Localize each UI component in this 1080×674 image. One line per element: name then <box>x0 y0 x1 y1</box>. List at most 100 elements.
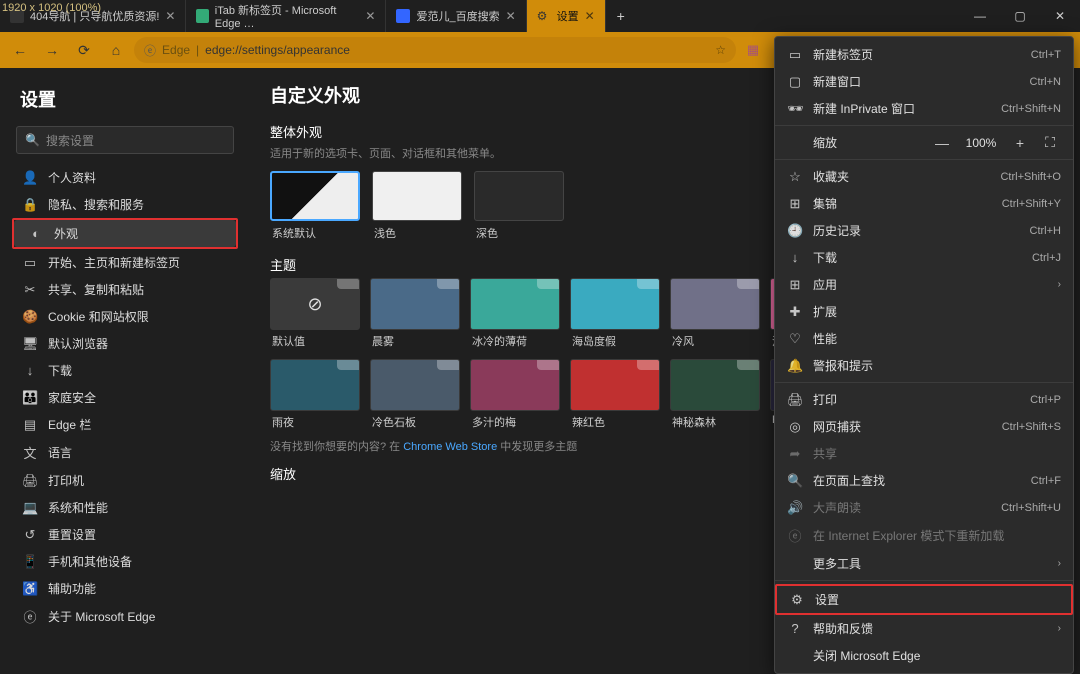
sidebar-item-7[interactable]: ↓下载 <box>8 357 242 384</box>
menu-item[interactable]: 关闭 Microsoft Edge <box>775 642 1073 669</box>
sidebar-item-label: Cookie 和网站权限 <box>48 308 149 325</box>
separator: | <box>196 43 199 57</box>
menu-item-label: 新建标签页 <box>813 46 1021 63</box>
menu-item[interactable]: ↓下载Ctrl+J <box>775 244 1073 271</box>
appearance-mode-card[interactable]: 深色 <box>474 171 564 241</box>
theme-label: 默认值 <box>270 333 360 349</box>
theme-card[interactable]: 冷风 <box>670 278 760 349</box>
menu-item[interactable]: ◎网页捕获Ctrl+Shift+S <box>775 413 1073 440</box>
theme-card[interactable]: 冷色石板 <box>370 359 460 430</box>
sidebar-icon: 💻 <box>22 500 38 516</box>
theme-card[interactable]: 辣红色 <box>570 359 660 430</box>
sidebar-item-9[interactable]: ▤Edge 栏 <box>8 411 242 438</box>
appearance-mode-card[interactable]: 系统默认 <box>270 171 360 241</box>
sidebar-item-16[interactable]: ⓔ关于 Microsoft Edge <box>8 602 242 631</box>
ext-icon[interactable]: ▦ <box>740 37 766 63</box>
menu-item[interactable]: 🕶新建 InPrivate 窗口Ctrl+Shift+N <box>775 95 1073 122</box>
menu-item[interactable]: 更多工具› <box>775 550 1073 577</box>
new-tab-button[interactable]: + <box>606 0 636 32</box>
menu-item[interactable]: 🔔警报和提示 <box>775 352 1073 379</box>
menu-item[interactable]: ♡性能 <box>775 325 1073 352</box>
gear-icon: ⚙ <box>537 9 551 23</box>
theme-swatch <box>670 359 760 411</box>
sidebar-item-label: Edge 栏 <box>48 416 91 433</box>
sidebar-item-6[interactable]: 🖥默认浏览器 <box>8 330 242 357</box>
sidebar-item-13[interactable]: ↺重置设置 <box>8 521 242 548</box>
url-input[interactable]: ⓔ Edge | edge://settings/appearance ☆ <box>134 37 736 63</box>
zoom-out-button[interactable]: — <box>931 135 953 151</box>
appearance-swatch <box>474 171 564 221</box>
theme-card[interactable]: 雨夜 <box>270 359 360 430</box>
theme-swatch <box>570 359 660 411</box>
theme-card[interactable]: 海岛度假 <box>570 278 660 349</box>
settings-sidebar: 设置 🔍 搜索设置 👤个人资料🔒隐私、搜索和服务◐外观▭开始、主页和新建标签页✂… <box>0 68 250 575</box>
minimize-button[interactable]: — <box>960 0 1000 32</box>
theme-card[interactable]: 神秘森林 <box>670 359 760 430</box>
tab-label: iTab 新标签页 - Microsoft Edge … <box>215 2 360 30</box>
theme-card[interactable]: ⊘默认值 <box>270 278 360 349</box>
theme-card[interactable]: 晨雾 <box>370 278 460 349</box>
fullscreen-button[interactable]: ⛶ <box>1039 134 1061 151</box>
menu-item[interactable]: ✚扩展 <box>775 298 1073 325</box>
appearance-mode-card[interactable]: 浅色 <box>372 171 462 241</box>
menu-item-settings[interactable]: ⚙设置 <box>777 586 1071 613</box>
browser-tab[interactable]: 爱范儿_百度搜索 ✕ <box>386 0 526 32</box>
back-button[interactable]: ← <box>6 36 34 64</box>
maximize-button[interactable]: ▢ <box>1000 0 1040 32</box>
browser-tab-active[interactable]: ⚙ 设置 ✕ <box>527 0 606 32</box>
menu-item-label: 在页面上查找 <box>813 472 1021 489</box>
theme-swatch <box>370 359 460 411</box>
sidebar-item-15[interactable]: ♿辅助功能 <box>8 575 242 602</box>
sidebar-icon: ♿ <box>22 581 38 597</box>
sidebar-item-label: 语言 <box>48 444 72 461</box>
menu-item[interactable]: ☆收藏夹Ctrl+Shift+O <box>775 163 1073 190</box>
close-window-button[interactable]: ✕ <box>1040 0 1080 32</box>
home-button[interactable]: ⌂ <box>102 36 130 64</box>
close-icon[interactable]: ✕ <box>585 9 595 23</box>
sidebar-item-2[interactable]: ◐外观 <box>14 220 236 247</box>
menu-item[interactable]: 🔍在页面上查找Ctrl+F <box>775 467 1073 494</box>
close-icon[interactable]: ✕ <box>365 9 375 23</box>
sidebar-item-3[interactable]: ▭开始、主页和新建标签页 <box>8 249 242 276</box>
menu-item[interactable]: ⊞集锦Ctrl+Shift+Y <box>775 190 1073 217</box>
sidebar-item-8[interactable]: 👪家庭安全 <box>8 384 242 411</box>
reload-button[interactable]: ⟳ <box>70 36 98 64</box>
chrome-web-store-link[interactable]: Chrome Web Store <box>403 441 497 453</box>
sidebar-item-12[interactable]: 💻系统和性能 <box>8 494 242 521</box>
sidebar-item-1[interactable]: 🔒隐私、搜索和服务 <box>8 191 242 218</box>
forward-button[interactable]: → <box>38 36 66 64</box>
sidebar-item-14[interactable]: 📱手机和其他设备 <box>8 548 242 575</box>
browser-tab[interactable]: iTab 新标签页 - Microsoft Edge … ✕ <box>186 0 386 32</box>
menu-icon: ➦ <box>787 446 803 462</box>
menu-separator <box>775 580 1073 581</box>
menu-item[interactable]: 🕘历史记录Ctrl+H <box>775 217 1073 244</box>
menu-item[interactable]: ?帮助和反馈› <box>775 615 1073 642</box>
sidebar-item-11[interactable]: 🖨打印机 <box>8 467 242 494</box>
menu-item[interactable]: 🖨打印Ctrl+P <box>775 386 1073 413</box>
menu-item[interactable]: ⊞应用› <box>775 271 1073 298</box>
sidebar-item-5[interactable]: 🍪Cookie 和网站权限 <box>8 303 242 330</box>
sidebar-icon: ⓔ <box>22 607 38 626</box>
search-input[interactable]: 🔍 搜索设置 <box>16 126 234 154</box>
zoom-in-button[interactable]: + <box>1009 135 1031 151</box>
theme-card[interactable]: 多汁的梅 <box>470 359 560 430</box>
sidebar-item-10[interactable]: 文语言 <box>8 438 242 467</box>
favorite-icon[interactable]: ☆ <box>715 43 726 57</box>
close-icon[interactable]: ✕ <box>506 9 516 23</box>
menu-shortcut: Ctrl+Shift+O <box>1000 171 1061 183</box>
menu-icon: ↓ <box>787 250 803 265</box>
appearance-mode-label: 浅色 <box>372 225 462 241</box>
theme-card[interactable]: 冰冷的薄荷 <box>470 278 560 349</box>
menu-item[interactable]: ▭新建标签页Ctrl+T <box>775 41 1073 68</box>
menu-separator <box>775 159 1073 160</box>
menu-item[interactable]: ▢新建窗口Ctrl+N <box>775 68 1073 95</box>
sidebar-icon: 🔒 <box>22 197 38 213</box>
menu-icon: 🔊 <box>787 500 803 516</box>
menu-separator <box>775 382 1073 383</box>
sidebar-item-4[interactable]: ✂共享、复制和粘贴 <box>8 276 242 303</box>
close-icon[interactable]: ✕ <box>165 9 175 23</box>
menu-item-label: 共享 <box>813 445 1061 462</box>
menu-icon: 🔔 <box>787 358 803 374</box>
menu-shortcut: Ctrl+H <box>1030 225 1061 237</box>
sidebar-item-0[interactable]: 👤个人资料 <box>8 164 242 191</box>
